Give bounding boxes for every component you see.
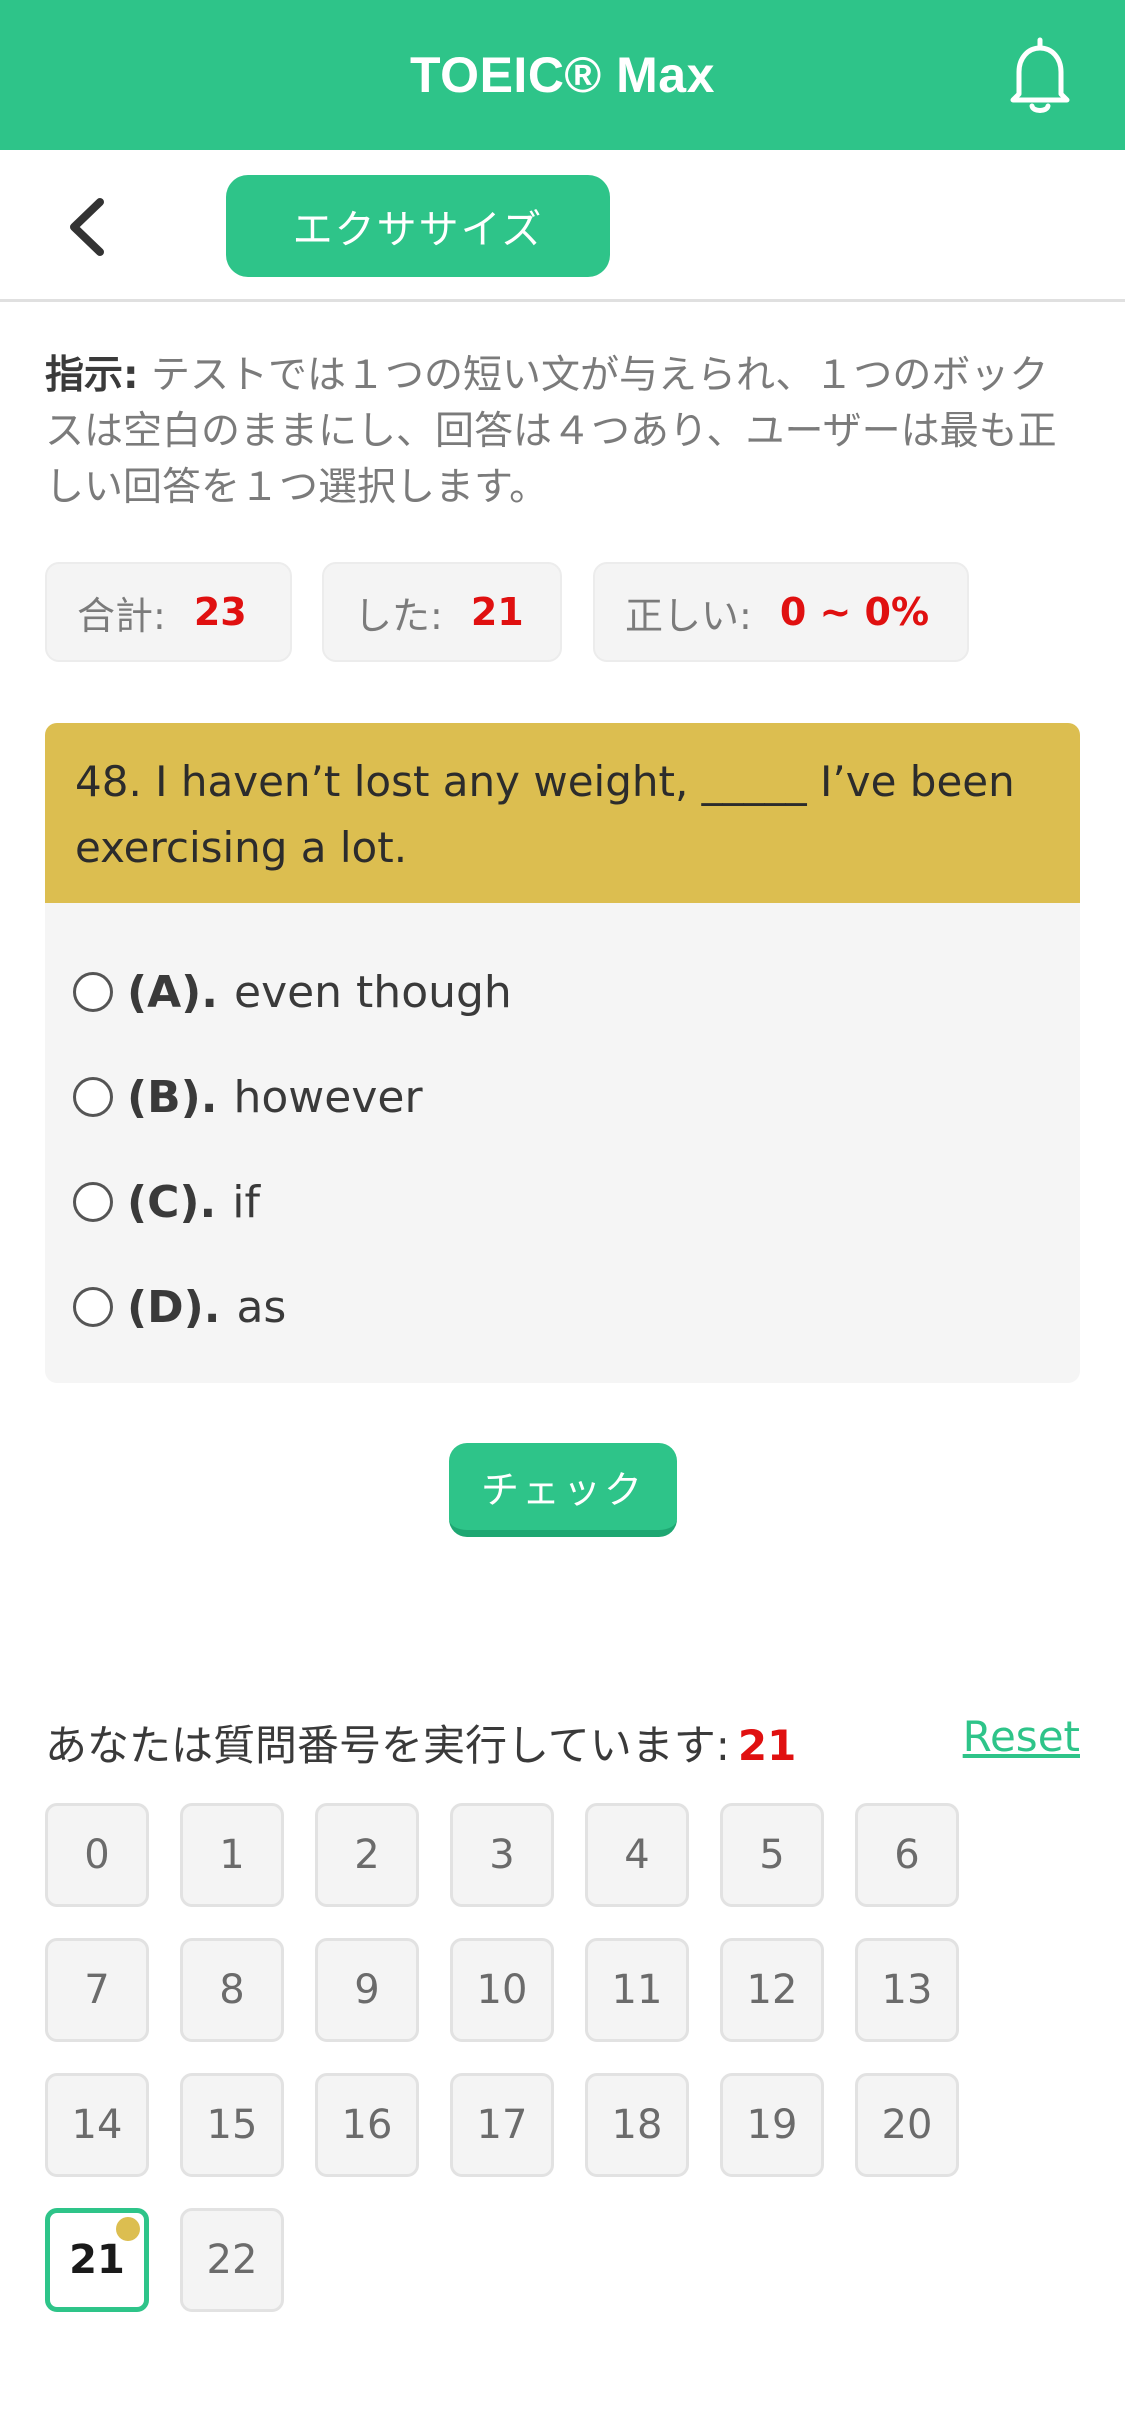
option-a[interactable]: (A). even though [73,957,512,1027]
question-number-label: 16 [341,2102,393,2148]
stat-done: した: 21 [322,562,562,662]
app-title: TOEIC® Max [410,47,715,103]
question-number-label: 4 [624,1832,650,1878]
chevron-left-icon [70,198,104,256]
question-number-label: 9 [354,1967,380,2013]
question-number-label: 19 [746,2102,798,2148]
back-button[interactable] [60,192,120,262]
progress-label: あなたは質問番号を実行しています: [45,1721,730,1770]
question-number-label: 8 [219,1967,245,2013]
question-number-label: 7 [84,1967,110,2013]
question-number-button[interactable]: 2 [315,1803,419,1907]
question-number-button[interactable]: 10 [450,1938,554,2042]
question-number-label: 2 [354,1832,380,1878]
option-c[interactable]: (C). if [73,1167,260,1237]
option-text: as [236,1281,287,1333]
stat-correct: 正しい: 0 ~ 0% [593,562,969,662]
question-number-label: 5 [759,1832,785,1878]
question-number-label: 15 [206,2102,258,2148]
radio-button[interactable] [73,1077,113,1117]
question-number-button[interactable]: 19 [720,2073,824,2177]
question-number-button[interactable]: 18 [585,2073,689,2177]
instructions-text: テストでは１つの短い文が与えられ、１つのボックスは空白のままにし、回答は４つあり… [45,353,1057,510]
question-number-label: 14 [71,2102,123,2148]
stat-correct-label: 正しい: [625,593,752,638]
current-question-number: 21 [737,1721,797,1770]
stat-total-value: 23 [193,590,247,634]
question-number-label: 11 [611,1967,663,2013]
question-number-button[interactable]: 12 [720,1938,824,2042]
question-number-button[interactable]: 15 [180,2073,284,2177]
question-number-button[interactable]: 21 [45,2208,149,2312]
option-letter: (B). [127,1071,218,1123]
question-number-button[interactable]: 5 [720,1803,824,1907]
question-number-label: 0 [84,1832,110,1878]
question-number-button[interactable]: 4 [585,1803,689,1907]
question-number-button[interactable]: 14 [45,2073,149,2177]
progress-indicator: あなたは質問番号を実行しています: 21 [45,1712,796,1773]
question-number-label: 1 [219,1832,245,1878]
instructions-label: 指示: [45,353,139,398]
exercise-mode-button[interactable]: エクササイズ [226,175,610,277]
stat-done-label: した: [354,593,443,638]
option-d[interactable]: (D). as [73,1272,286,1342]
stat-total-label: 合計: [77,593,166,638]
question-number-button[interactable]: 6 [855,1803,959,1907]
question-number-label: 6 [894,1832,920,1878]
option-letter: (C). [127,1176,217,1228]
instructions: 指示: テストでは１つの短い文が与えられ、１つのボックスは空白のままにし、回答は… [45,348,1085,516]
question-number-button[interactable]: 13 [855,1938,959,2042]
question-number-button[interactable]: 0 [45,1803,149,1907]
question-number-label: 20 [881,2102,933,2148]
radio-button[interactable] [73,1182,113,1222]
current-indicator-dot [116,2217,140,2241]
question-number-button[interactable]: 22 [180,2208,284,2312]
question-number-button[interactable]: 7 [45,1938,149,2042]
question-number-label: 17 [476,2102,528,2148]
question-number-button[interactable]: 8 [180,1938,284,2042]
question-number-label: 12 [746,1967,798,2013]
question-number-label: 3 [489,1832,515,1878]
option-text: if [232,1176,260,1228]
stat-correct-value: 0 ~ 0% [779,590,930,634]
option-text: even though [234,966,512,1018]
question-number-button[interactable]: 16 [315,2073,419,2177]
check-button[interactable]: チェック [449,1443,677,1537]
bell-icon[interactable] [1005,36,1075,116]
question-number-label: 22 [206,2237,258,2283]
reset-link[interactable]: Reset [963,1712,1080,1761]
question-number-button[interactable]: 17 [450,2073,554,2177]
question-text: 48. I haven’t lost any weight, _____ I’v… [45,723,1080,903]
option-text: however [233,1071,423,1123]
app-header: TOEIC® Max [0,0,1125,150]
question-number-button[interactable]: 9 [315,1938,419,2042]
question-number-label: 13 [881,1967,933,2013]
option-b[interactable]: (B). however [73,1062,423,1132]
question-number-label: 21 [69,2237,125,2283]
question-number-button[interactable]: 11 [585,1938,689,2042]
sub-navigation: エクササイズ [0,150,1125,302]
option-letter: (D). [127,1281,221,1333]
question-number-label: 10 [476,1967,528,2013]
radio-button[interactable] [73,1287,113,1327]
stat-total: 合計: 23 [45,562,292,662]
question-number-button[interactable]: 1 [180,1803,284,1907]
stat-done-value: 21 [470,590,524,634]
question-number-button[interactable]: 20 [855,2073,959,2177]
option-letter: (A). [127,966,218,1018]
question-number-button[interactable]: 3 [450,1803,554,1907]
radio-button[interactable] [73,972,113,1012]
question-card: 48. I haven’t lost any weight, _____ I’v… [45,723,1080,1383]
question-number-label: 18 [611,2102,663,2148]
